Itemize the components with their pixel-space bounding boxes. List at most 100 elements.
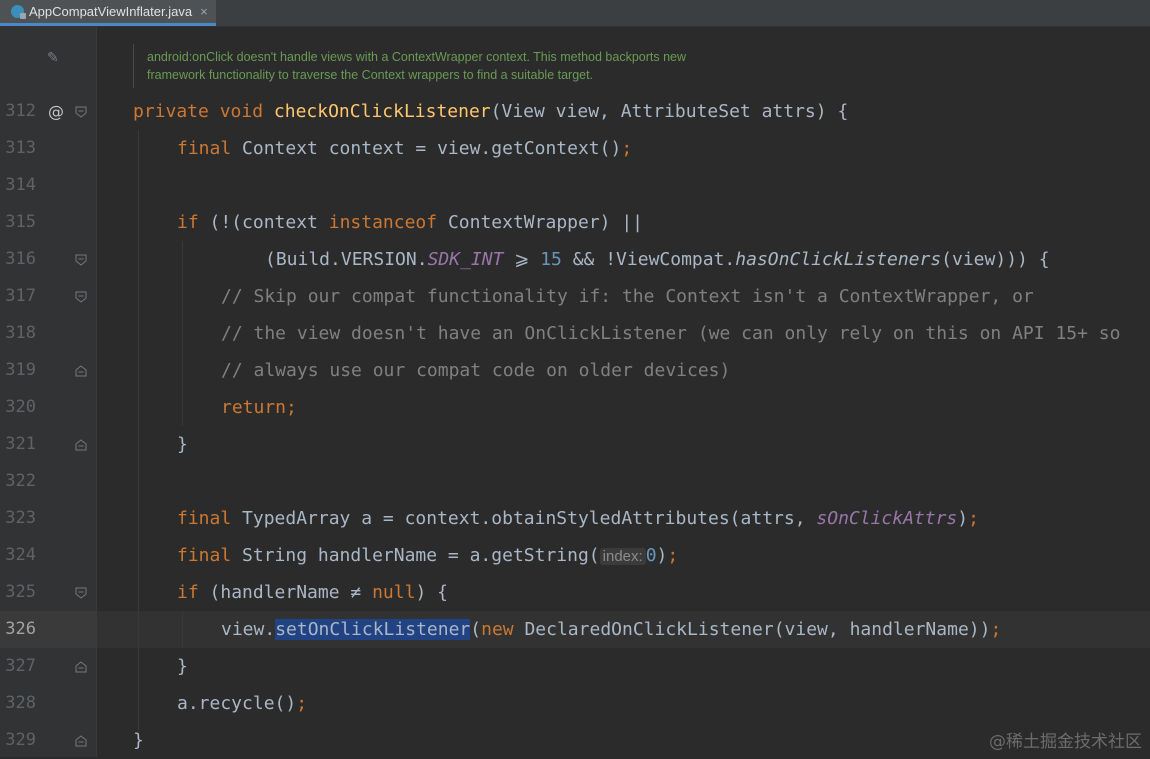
token-semicolon: ; [990,619,1002,640]
code-line[interactable]: 318 // the view doesn't have an OnClickL… [0,315,1150,352]
parameter-hint: index: [599,548,646,565]
code-line-current[interactable]: 326 view.setOnClickListener(new Declared… [0,611,1150,648]
token-keyword: private [133,101,209,122]
token-keyword: final [177,545,232,566]
code-line[interactable]: 312 @ private void checkOnClickListener(… [0,93,1150,130]
token: ⩾ [503,249,541,270]
code-text: a.recycle(); [177,685,307,722]
token-static-field: sOnClickAttrs [816,508,958,529]
line-number: 320 [5,397,36,417]
line-number: 318 [5,323,36,343]
fold-open-icon[interactable] [75,587,87,599]
editor-tab-bar: AppCompatViewInflater.java × [0,0,1150,27]
code-text: if (handlerName ≠ null) { [177,574,448,611]
line-number: 323 [5,508,36,528]
token: TypedArray a = context.obtainStyledAttri… [231,508,817,529]
token-keyword: if [177,212,199,233]
token: Context context = view.getContext() [231,138,622,159]
code-line[interactable]: 317 // Skip our compat functionality if:… [0,278,1150,315]
code-line[interactable]: 320 return; [0,389,1150,426]
selected-text[interactable]: setOnClickListener [275,619,471,640]
fold-close-icon[interactable] [75,439,87,451]
close-tab-icon[interactable]: × [200,4,208,19]
token: (View view, AttributeSet attrs) { [490,101,849,122]
line-number: 321 [5,434,36,454]
token-semicolon: ; [296,693,308,714]
token: (!(context [198,212,329,233]
line-number: 328 [5,693,36,713]
line-number: 324 [5,545,36,565]
fold-close-icon[interactable] [75,735,87,747]
code-line[interactable]: 323 final TypedArray a = context.obtainS… [0,500,1150,537]
token-keyword: void [219,101,264,122]
fold-close-icon[interactable] [75,661,87,673]
token: ) [957,508,969,529]
line-number: 319 [5,360,36,380]
token-static-method: hasOnClickListeners [735,249,942,270]
code-line[interactable]: 316 (Build.VERSION.SDK_INT ⩾ 15 && !View… [0,241,1150,278]
edit-doc-icon[interactable]: ✎ [47,50,63,66]
code-text: view.setOnClickListener(new DeclaredOnCl… [221,611,1001,648]
token: (view))) { [941,249,1050,270]
code-text: if (!(context instanceof ContextWrapper)… [177,204,643,241]
watermark: @稀土掘金技术社区 [989,732,1142,752]
code-line[interactable]: 328 a.recycle(); [0,685,1150,722]
code-line[interactable]: 322 [0,463,1150,500]
override-annotation-icon[interactable]: @ [48,93,64,130]
line-number: 322 [5,471,36,491]
code-line[interactable]: 321 } [0,426,1150,463]
code-line[interactable]: 313 final Context context = view.getCont… [0,130,1150,167]
token-semicolon: ; [968,508,979,529]
code-line[interactable]: 315 if (!(context instanceof ContextWrap… [0,204,1150,241]
token: String handlerName = a.getString( [231,545,600,566]
code-text: return; [221,389,297,426]
fold-open-icon[interactable] [75,106,87,118]
token-number: 15 [540,249,562,270]
fold-open-icon[interactable] [75,254,87,266]
token-semicolon: ; [667,545,679,566]
token-number: 0 [645,545,657,566]
line-number: 316 [5,249,36,269]
line-number: 312 [5,101,36,121]
code-text: final String handlerName = a.getString(i… [177,537,678,575]
code-line[interactable]: 325 if (handlerName ≠ null) { [0,574,1150,611]
token-keyword: null [372,582,416,603]
code-line[interactable]: 319 // always use our compat code on old… [0,352,1150,389]
tab-filename: AppCompatViewInflater.java [29,4,193,19]
token-keyword: new [481,619,514,640]
line-number: 326 [5,619,36,639]
token-semicolon: ; [621,138,633,159]
code-line[interactable]: 327 } [0,648,1150,685]
editor-tab[interactable]: AppCompatViewInflater.java × [0,0,216,26]
code-text: } [133,730,144,751]
code-text: final TypedArray a = context.obtainStyle… [177,500,979,537]
token-keyword: final [177,508,232,529]
fold-close-icon[interactable] [75,365,87,377]
token-keyword: return [221,397,287,418]
token-keyword: instanceof [328,212,438,233]
code-line[interactable]: 324 final String handlerName = a.getStri… [0,537,1150,574]
rendered-doc-comment[interactable]: android:onClick doesn't handle views wit… [133,44,833,88]
code-comment: // always use our compat code on older d… [221,360,731,381]
token: (handlerName ≠ [198,582,373,603]
line-number: 327 [5,656,36,676]
token: ContextWrapper) || [437,212,644,233]
code-text: } [177,434,188,455]
token-keyword: if [177,582,199,603]
code-line[interactable]: 314 [0,167,1150,204]
token-semicolon: ; [286,397,297,418]
token: view. [221,619,276,640]
line-number: 317 [5,286,36,306]
line-number: 325 [5,582,36,602]
token: a.recycle() [177,693,297,714]
token: (Build.VERSION. [265,249,428,270]
code-text: (Build.VERSION.SDK_INT ⩾ 15 && !ViewComp… [265,241,1050,278]
code-text: final Context context = view.getContext(… [177,130,632,167]
token: && !ViewCompat. [561,249,736,270]
fold-open-icon[interactable] [75,291,87,303]
token: DeclaredOnClickListener(view, handlerNam… [513,619,991,640]
code-text: } [177,656,188,677]
code-line[interactable]: 329 } [0,722,1150,759]
code-comment: // Skip our compat functionality if: the… [221,286,1034,307]
